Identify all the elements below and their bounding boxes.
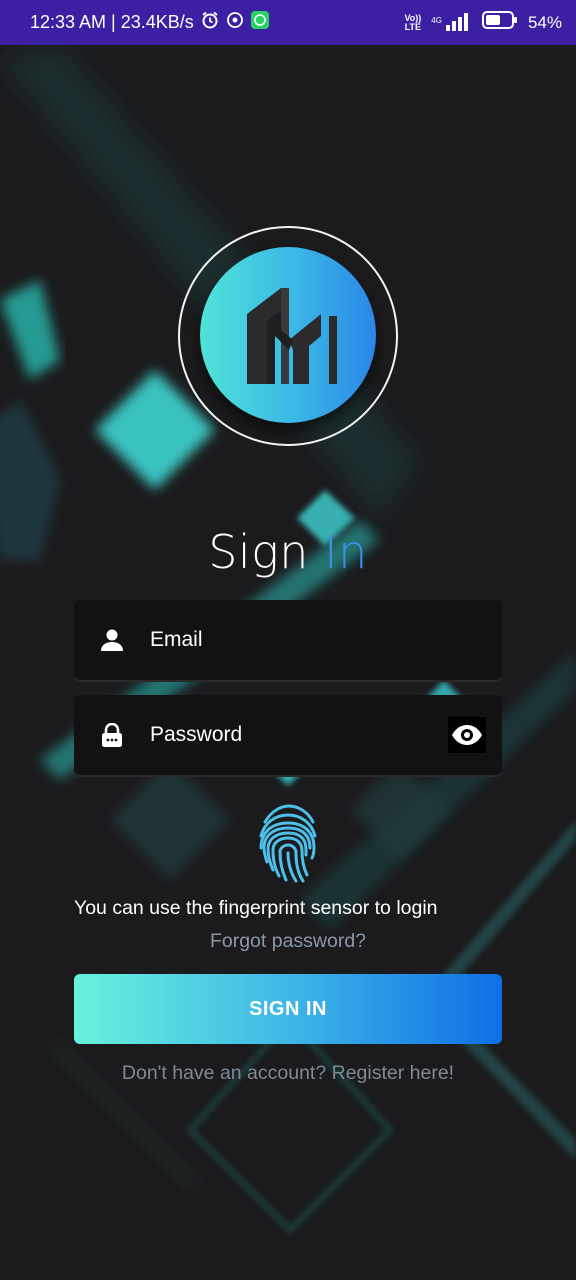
password-placeholder: Password [150, 723, 243, 746]
whatsapp-icon [250, 10, 270, 35]
status-bar: 12:33 AM | 23.4KB/s Vo)) LTE 4G 54% [0, 0, 576, 45]
logo-mark [247, 288, 337, 384]
network-type: 4G [431, 15, 442, 25]
forgot-password-link[interactable]: Forgot password? [0, 930, 576, 953]
lock-icon [100, 722, 124, 748]
battery-icon [481, 10, 518, 35]
fingerprint-hint: You can use the fingerprint sensor to lo… [74, 897, 438, 919]
volte-line2: LTE [404, 21, 422, 32]
page-title: Sign In [0, 525, 576, 579]
email-field[interactable]: Email [74, 600, 502, 680]
battery-level: 54% [527, 12, 562, 32]
sign-in-button[interactable]: SIGN IN [74, 974, 502, 1044]
title-sign: Sign [208, 525, 325, 579]
show-password-toggle[interactable] [448, 717, 486, 753]
email-placeholder: Email [150, 628, 203, 651]
status-time: 12:33 AM | 23.4KB/s [30, 12, 194, 32]
title-in: In [324, 525, 368, 579]
fingerprint-icon[interactable] [255, 802, 321, 884]
volte-indicator: Vo)) LTE [404, 13, 422, 32]
register-link[interactable]: Don't have an account? Register here! [0, 1062, 576, 1085]
alarm-icon [200, 10, 220, 35]
eye-icon [452, 725, 482, 745]
app-logo [200, 247, 376, 423]
signal-icon: 4G [431, 12, 472, 33]
password-field[interactable]: Password [74, 695, 502, 775]
vpn-icon [226, 11, 244, 34]
user-icon [100, 627, 124, 653]
